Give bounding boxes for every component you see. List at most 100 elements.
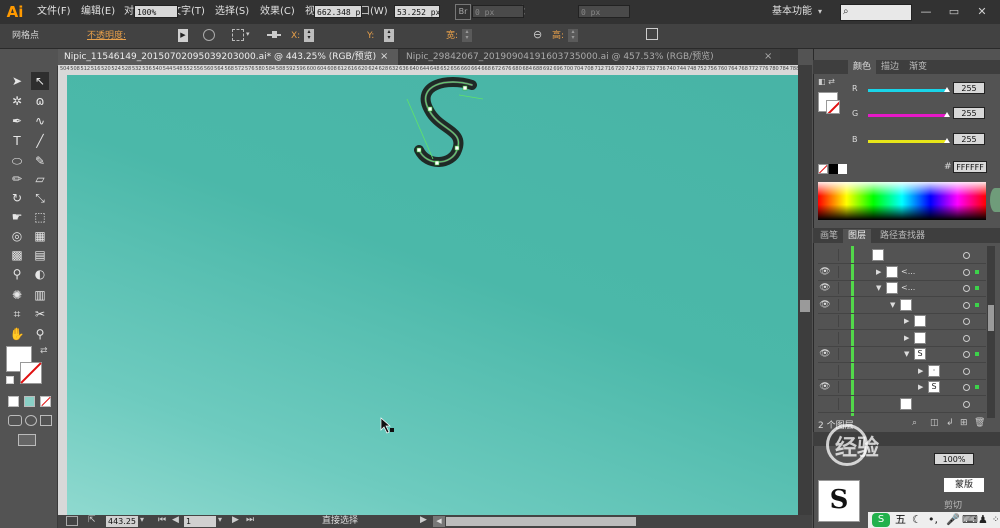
slider-handle-icon[interactable]: [944, 138, 950, 143]
transparency-thumbnail[interactable]: S: [818, 480, 860, 522]
eye-icon[interactable]: 👁: [818, 297, 832, 313]
selection-indicator[interactable]: [975, 352, 979, 356]
layer-row[interactable]: 👁 ▼ <...: [818, 280, 986, 297]
microphone-icon[interactable]: 🎤: [946, 512, 960, 528]
transform-reference-icon[interactable]: [232, 29, 244, 41]
mesh-tool-icon[interactable]: ▩: [8, 246, 26, 264]
symbol-sprayer-tool-icon[interactable]: ✺: [8, 286, 26, 304]
collapse-arrow-icon[interactable]: ▼: [876, 280, 881, 296]
free-transform-tool-icon[interactable]: ⬚: [31, 208, 49, 226]
lock-toggle[interactable]: [838, 282, 851, 294]
layers-scrollbar-thumb[interactable]: [988, 305, 994, 331]
magic-wand-tool-icon[interactable]: ✲: [8, 92, 26, 110]
transparency-opacity-input[interactable]: 100%: [934, 453, 974, 465]
shape-builder-tool-icon[interactable]: ◎: [8, 227, 26, 245]
layer-row[interactable]: ▶: [818, 313, 986, 330]
tab-brushes[interactable]: 画笔: [815, 229, 843, 243]
new-sublayer-icon[interactable]: ↲: [946, 418, 954, 428]
menu-edit[interactable]: 编辑(E): [81, 0, 115, 24]
paintbrush-tool-icon[interactable]: ✎: [31, 152, 49, 170]
pencil-tool-icon[interactable]: ✏: [8, 170, 26, 188]
link-icon[interactable]: ⊖: [533, 28, 542, 41]
draw-behind-icon[interactable]: [25, 415, 37, 426]
hex-input[interactable]: FFFFFF: [953, 161, 987, 173]
tab-stroke[interactable]: 描边: [876, 60, 904, 74]
channel-b-slider[interactable]: [868, 140, 948, 143]
previous-artboard-icon[interactable]: ◀: [172, 515, 179, 525]
panel-expand-icon[interactable]: [990, 188, 1000, 212]
artboard-nav-icon[interactable]: [66, 516, 78, 526]
gradient-tool-icon[interactable]: ▤: [31, 246, 49, 264]
make-clipping-mask-icon[interactable]: ◫: [930, 418, 939, 428]
x-input[interactable]: 662.348 p: [314, 5, 362, 18]
tab-layers[interactable]: 图层: [843, 229, 872, 243]
lock-toggle[interactable]: [838, 364, 851, 377]
type-tool-icon[interactable]: T: [8, 132, 26, 150]
collapse-arrow-icon[interactable]: ▼: [890, 297, 895, 313]
gradient-mode-icon[interactable]: [24, 396, 35, 407]
lock-toggle[interactable]: [838, 315, 851, 327]
layer-row[interactable]: ▶ ·: [818, 363, 986, 380]
target-circle-icon[interactable]: [963, 301, 970, 309]
scale-tool-icon[interactable]: ⤡: [31, 189, 49, 207]
eye-icon[interactable]: [818, 363, 832, 379]
slider-handle-icon[interactable]: [944, 112, 950, 117]
clip-checkbox-label[interactable]: 剪切: [944, 498, 962, 511]
y-stepper[interactable]: ▴ ▾: [384, 29, 394, 42]
eye-icon[interactable]: [818, 313, 832, 329]
lock-toggle[interactable]: [838, 249, 851, 261]
ime-wubi-icon[interactable]: 五: [895, 512, 906, 528]
expand-arrow-icon[interactable]: ▶: [918, 363, 923, 379]
lasso-tool-icon[interactable]: ɷ: [31, 92, 49, 110]
lock-toggle[interactable]: [838, 265, 851, 278]
warp-tool-icon[interactable]: ☛: [8, 208, 26, 226]
target-circle-icon[interactable]: [963, 318, 970, 325]
first-artboard-icon[interactable]: ⏮: [158, 515, 166, 525]
rotate-tool-icon[interactable]: ↻: [8, 189, 26, 207]
maximize-button[interactable]: ▭: [944, 3, 964, 21]
channel-r-input[interactable]: 255: [953, 82, 985, 94]
expand-arrow-icon[interactable]: ▶: [876, 264, 881, 280]
lock-toggle[interactable]: [838, 298, 851, 311]
channel-r-slider[interactable]: [868, 89, 948, 92]
layer-row[interactable]: 👁 ▼: [818, 297, 986, 314]
target-circle-icon[interactable]: [963, 268, 970, 276]
eye-icon[interactable]: 👁: [818, 264, 832, 280]
tab-document-2[interactable]: Nipic_29842067_20190904191603735000.ai @…: [400, 49, 780, 65]
eye-icon[interactable]: [818, 330, 832, 346]
make-mask-button[interactable]: 蒙版: [944, 478, 984, 492]
curvature-tool-icon[interactable]: ∿: [31, 112, 49, 130]
keyboard-icon[interactable]: ⌨: [962, 512, 978, 528]
hand-tool-icon[interactable]: ✋: [8, 325, 26, 343]
expand-arrow-icon[interactable]: ▶: [918, 379, 923, 395]
layer-name[interactable]: <...: [901, 280, 915, 296]
status-menu-icon[interactable]: ▶: [420, 515, 427, 525]
lock-toggle[interactable]: [838, 397, 851, 410]
expand-arrow-icon[interactable]: ▶: [904, 330, 909, 346]
new-layer-icon[interactable]: ⊞: [960, 418, 968, 428]
scrollbar-thumb[interactable]: [800, 300, 810, 312]
isolate-icon[interactable]: [646, 28, 658, 40]
workspace-switcher[interactable]: 基本功能: [772, 0, 812, 24]
expand-arrow-icon[interactable]: ▶: [904, 313, 909, 329]
target-circle-icon[interactable]: [963, 252, 970, 259]
layer-row[interactable]: [818, 247, 986, 264]
pen-tool-icon[interactable]: ✒: [8, 112, 26, 130]
tab-gradient[interactable]: 渐变: [904, 60, 932, 74]
screen-mode-icon[interactable]: [18, 434, 36, 446]
line-tool-icon[interactable]: ╱: [31, 132, 49, 150]
menu-effect[interactable]: 效果(C): [260, 0, 295, 24]
layer-row[interactable]: 👁 ▶ <...: [818, 264, 986, 281]
width-stepper[interactable]: ▴ ▾: [462, 29, 472, 42]
punctuation-icon[interactable]: •,: [928, 512, 938, 528]
ime-logo-icon[interactable]: S: [872, 513, 890, 527]
collapse-arrow-icon[interactable]: ▼: [904, 346, 909, 362]
delete-layer-icon[interactable]: 🗑: [974, 418, 985, 428]
eye-icon[interactable]: 👁: [818, 346, 832, 362]
eye-icon[interactable]: 👁: [818, 379, 832, 395]
channel-g-input[interactable]: 255: [953, 107, 985, 119]
eyedropper-tool-icon[interactable]: ⚲: [8, 265, 26, 283]
moon-icon[interactable]: ☾: [912, 512, 922, 528]
chevron-down-icon[interactable]: ▾: [140, 515, 144, 524]
ellipse-tool-icon[interactable]: ⬭: [8, 152, 26, 170]
